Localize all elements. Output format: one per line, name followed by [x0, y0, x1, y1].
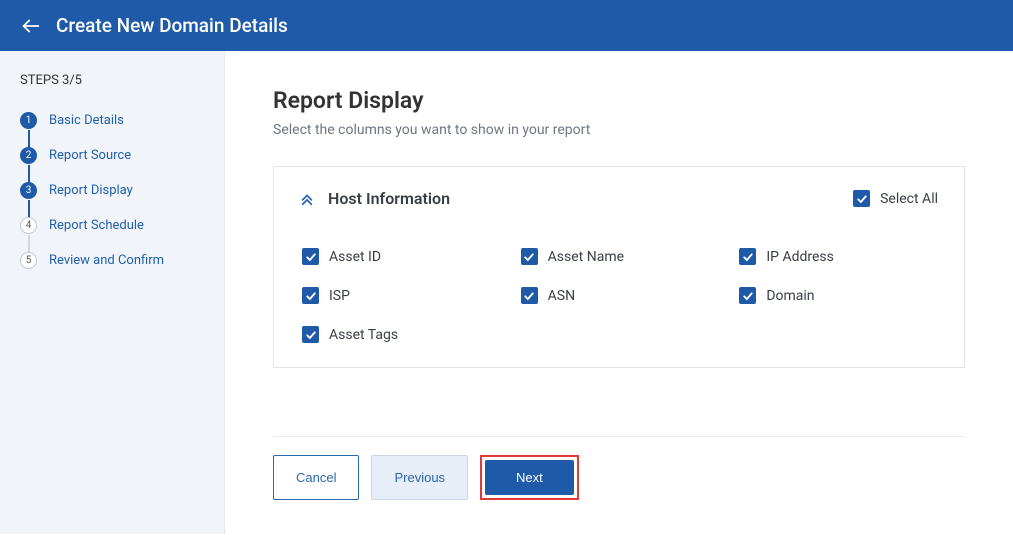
- column-option[interactable]: IP Address: [739, 248, 938, 265]
- step-label: Report Source: [49, 148, 131, 163]
- column-label: ISP: [329, 288, 350, 304]
- previous-button[interactable]: Previous: [371, 455, 468, 500]
- step-badge: 2: [20, 147, 37, 164]
- step-label: Report Schedule: [49, 218, 144, 233]
- step-badge: 5: [20, 252, 37, 269]
- column-checkbox[interactable]: [739, 287, 756, 304]
- page-header: Create New Domain Details: [0, 0, 1013, 51]
- cancel-button[interactable]: Cancel: [273, 455, 359, 500]
- main-content: Report Display Select the columns you wa…: [225, 51, 1013, 534]
- select-all-checkbox[interactable]: [853, 190, 870, 207]
- step-badge: 4: [20, 217, 37, 234]
- footer-divider: [273, 436, 965, 437]
- column-label: Asset Name: [548, 249, 624, 265]
- column-label: Asset ID: [329, 249, 381, 265]
- column-option[interactable]: Asset Name: [521, 248, 720, 265]
- next-highlight: Next: [480, 455, 579, 500]
- select-all-label: Select All: [880, 191, 938, 207]
- header-title: Create New Domain Details: [56, 14, 288, 37]
- next-button[interactable]: Next: [485, 460, 574, 495]
- step-label: Review and Confirm: [49, 253, 164, 268]
- footer-buttons: Cancel Previous Next: [273, 455, 965, 500]
- step-label: Basic Details: [49, 113, 124, 128]
- steps-counter: STEPS 3/5: [20, 73, 204, 88]
- step-4[interactable]: 4 Report Schedule: [20, 217, 204, 234]
- select-all-row[interactable]: Select All: [853, 190, 938, 207]
- column-checkbox[interactable]: [302, 248, 319, 265]
- panel-title: Host Information: [328, 189, 450, 208]
- host-information-panel: Host Information Select All Asset ID Asse…: [273, 166, 965, 368]
- sidebar: STEPS 3/5 1Basic Details2Report Source3R…: [0, 51, 225, 534]
- column-label: Domain: [766, 288, 814, 304]
- column-label: ASN: [548, 288, 575, 304]
- page-subtitle: Select the columns you want to show in y…: [273, 122, 965, 138]
- step-3[interactable]: 3 Report Display: [20, 182, 204, 199]
- column-checkbox[interactable]: [739, 248, 756, 265]
- step-badge: 3: [20, 182, 37, 199]
- column-checkbox[interactable]: [521, 248, 538, 265]
- step-2[interactable]: 2 Report Source: [20, 147, 204, 164]
- column-option[interactable]: ISP: [302, 287, 501, 304]
- column-checkbox[interactable]: [302, 287, 319, 304]
- page-title: Report Display: [273, 87, 965, 114]
- column-option[interactable]: Asset Tags: [302, 326, 501, 343]
- column-label: Asset Tags: [329, 327, 398, 343]
- column-label: IP Address: [766, 249, 834, 265]
- step-badge: 1: [20, 112, 37, 129]
- step-label: Report Display: [49, 183, 133, 198]
- collapse-icon[interactable]: [300, 192, 314, 206]
- column-checkbox[interactable]: [302, 326, 319, 343]
- back-arrow-icon[interactable]: [20, 15, 42, 37]
- step-1[interactable]: 1 Basic Details: [20, 112, 204, 129]
- column-option[interactable]: Asset ID: [302, 248, 501, 265]
- column-checkbox[interactable]: [521, 287, 538, 304]
- column-option[interactable]: ASN: [521, 287, 720, 304]
- step-5[interactable]: 5 Review and Confirm: [20, 252, 204, 269]
- column-option[interactable]: Domain: [739, 287, 938, 304]
